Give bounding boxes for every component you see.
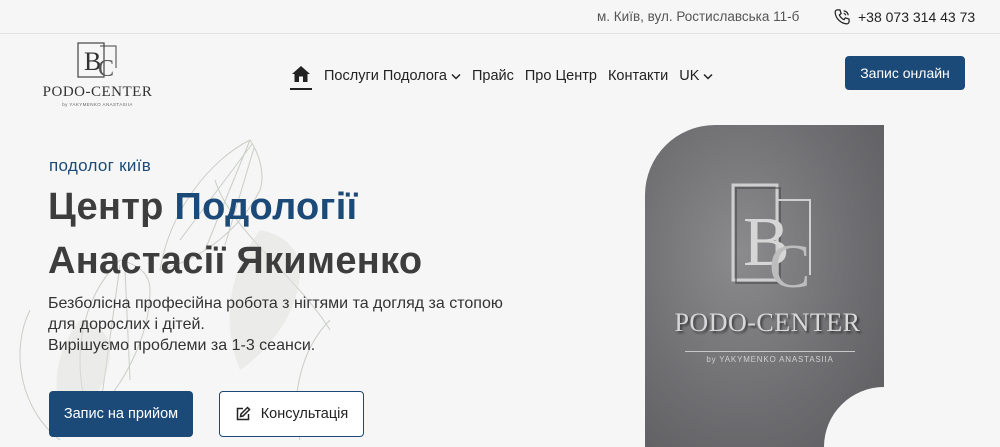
nav-item-label: Прайс — [471, 68, 514, 84]
edit-icon — [236, 406, 251, 421]
logo-monogram: B C — [77, 42, 117, 82]
chevron-down-icon — [703, 73, 713, 80]
top-bar: м. Київ, вул. Ростиславська 11-б +38 073… — [0, 0, 1000, 34]
chevron-down-icon — [451, 73, 461, 80]
home-icon — [292, 66, 310, 82]
sign-subtitle: by YAKYMENKO ANASTASIIA — [685, 351, 855, 364]
logo-wordmark: PODO-CENTER — [42, 84, 153, 100]
hero-title-line1: Центр Подології — [48, 186, 358, 229]
nav-item-label: Про Центр — [524, 68, 597, 84]
address-text: м. Київ, вул. Ростиславська 11-б — [597, 9, 800, 24]
language-switcher[interactable]: UK — [679, 68, 713, 84]
hero-photo: B C PODO-CENTER by YAKYMENKO ANASTASIIA — [645, 125, 884, 447]
phone-link[interactable]: +38 073 314 43 73 — [832, 7, 975, 27]
hero-kicker: подолог київ — [49, 156, 152, 175]
online-booking-button[interactable]: Запис онлайн — [845, 56, 965, 90]
hero-description: Безболісна професійна робота з нігтями т… — [48, 293, 548, 356]
nav-item-label: Послуги Подолога — [324, 68, 447, 84]
logo-subtitle: by YAKYMENKO ANASTASIIA — [62, 102, 133, 107]
nav-item-services[interactable]: Послуги Подолога — [324, 68, 461, 84]
svg-text:C: C — [769, 233, 810, 301]
sign-wordmark: PODO-CENTER — [674, 308, 861, 337]
main-nav: Послуги Подолога Прайс Про Центр Контакт… — [290, 63, 724, 90]
svg-text:C: C — [98, 56, 114, 82]
hero-title-part: Центр — [48, 186, 175, 228]
hero-title-line2: Анастасії Якименко — [48, 240, 423, 282]
nav-home[interactable] — [290, 63, 314, 90]
phone-icon — [834, 9, 850, 25]
nav-item-price[interactable]: Прайс — [472, 68, 514, 84]
photo-corner-mask — [824, 387, 884, 447]
nav-item-about[interactable]: Про Центр — [525, 68, 597, 84]
hero-title-accent: Подології — [174, 186, 358, 228]
phone-number: +38 073 314 43 73 — [858, 9, 976, 25]
nav-item-label: Контакти — [607, 68, 669, 84]
site-header: B C PODO-CENTER by YAKYMENKO ANASTASIIA … — [0, 35, 1000, 120]
hero-desc-line: Вирішуємо проблеми за 1-3 сеанси. — [48, 337, 316, 354]
hero-desc-line: Безболісна професійна робота з нігтями т… — [48, 295, 503, 312]
consultation-label: Консультація — [260, 406, 349, 422]
hero-desc-line: для дорослих і дітей. — [48, 316, 205, 333]
nav-active-underline — [290, 88, 312, 90]
consultation-button[interactable]: Консультація — [219, 391, 364, 437]
sign-monogram: B C — [731, 183, 811, 301]
nav-item-contacts[interactable]: Контакти — [608, 68, 668, 84]
book-appointment-button[interactable]: Запис на прийом — [49, 391, 193, 437]
logo[interactable]: B C PODO-CENTER by YAKYMENKO ANASTASIIA — [40, 40, 155, 110]
language-label: UK — [679, 68, 700, 84]
